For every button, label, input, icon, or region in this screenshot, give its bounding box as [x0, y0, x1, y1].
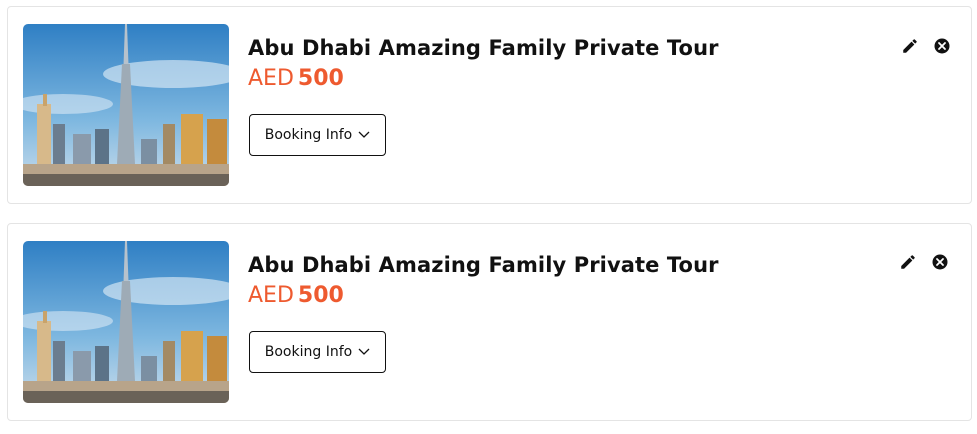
- close-circle-icon[interactable]: [933, 37, 951, 55]
- item-actions: [901, 37, 951, 55]
- tour-image[interactable]: [23, 241, 229, 403]
- tour-price: AED 500: [248, 283, 344, 308]
- price-currency: AED: [248, 66, 294, 91]
- booking-info-label: Booking Info: [264, 127, 353, 143]
- pencil-icon[interactable]: [899, 253, 917, 271]
- pencil-icon[interactable]: [901, 37, 919, 55]
- booking-info-button[interactable]: Booking Info: [249, 114, 386, 156]
- chevron-down-icon: [358, 131, 370, 138]
- cart-list: Abu Dhabi Amazing Family Private Tour AE…: [0, 0, 977, 434]
- item-actions: [899, 253, 949, 271]
- city-skyline-image: [23, 241, 229, 403]
- tour-title[interactable]: Abu Dhabi Amazing Family Private Tour: [248, 36, 719, 60]
- tour-image[interactable]: [23, 24, 229, 186]
- cart-item-card: Abu Dhabi Amazing Family Private Tour AE…: [7, 223, 972, 421]
- booking-info-label: Booking Info: [264, 344, 353, 360]
- price-amount: 500: [297, 283, 344, 308]
- booking-info-button[interactable]: Booking Info: [249, 331, 386, 373]
- city-skyline-image: [23, 24, 229, 186]
- close-circle-icon[interactable]: [931, 253, 949, 271]
- cart-item-card: Abu Dhabi Amazing Family Private Tour AE…: [7, 6, 972, 204]
- price-amount: 500: [297, 66, 344, 91]
- tour-title[interactable]: Abu Dhabi Amazing Family Private Tour: [248, 253, 719, 277]
- tour-price: AED 500: [248, 66, 344, 91]
- chevron-down-icon: [358, 348, 370, 355]
- price-currency: AED: [248, 283, 294, 308]
